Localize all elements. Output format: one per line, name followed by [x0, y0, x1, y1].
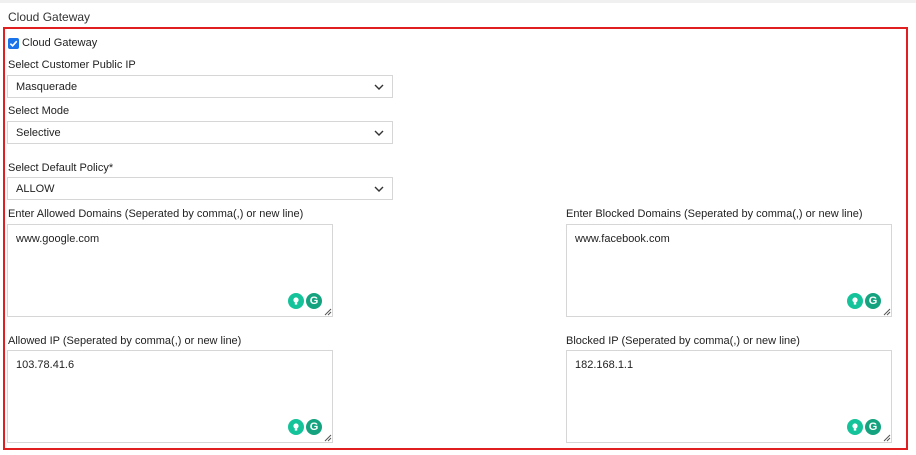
- default-policy-value: ALLOW: [16, 182, 55, 195]
- blocked-domains-textarea[interactable]: www.facebook.com: [566, 224, 892, 317]
- allowed-domains-textarea[interactable]: www.google.com: [7, 224, 333, 317]
- blocked-ip-value: 182.168.1.1: [575, 359, 634, 371]
- grammarly-widget[interactable]: G: [847, 291, 883, 311]
- cloud-gateway-checkbox-label: Cloud Gateway: [22, 37, 98, 49]
- grammarly-icon[interactable]: G: [306, 419, 322, 435]
- grammarly-widget[interactable]: G: [288, 291, 324, 311]
- allowed-ip-textarea[interactable]: 103.78.41.6: [7, 350, 333, 443]
- customer-public-ip-select[interactable]: Masquerade: [7, 75, 393, 98]
- allowed-domains-value: www.google.com: [16, 233, 100, 245]
- resize-handle-icon[interactable]: [324, 308, 332, 316]
- section-title: Cloud Gateway: [8, 10, 91, 24]
- lightbulb-icon[interactable]: [288, 293, 304, 309]
- mode-label: Select Mode: [8, 105, 70, 117]
- chevron-down-icon: [374, 130, 384, 136]
- blocked-domains-value: www.facebook.com: [575, 233, 670, 245]
- grammarly-icon[interactable]: G: [865, 419, 881, 435]
- customer-public-ip-label: Select Customer Public IP: [8, 59, 136, 71]
- mode-select[interactable]: Selective: [7, 121, 393, 144]
- allowed-ip-value: 103.78.41.6: [16, 359, 75, 371]
- cloud-gateway-checkbox[interactable]: [8, 37, 19, 49]
- blocked-domains-label: Enter Blocked Domains (Seperated by comm…: [566, 208, 863, 220]
- mode-value: Selective: [16, 126, 61, 139]
- blocked-ip-label: Blocked IP (Seperated by comma(,) or new…: [566, 335, 800, 347]
- lightbulb-icon[interactable]: [847, 419, 863, 435]
- grammarly-icon[interactable]: G: [865, 293, 881, 309]
- grammarly-widget[interactable]: G: [288, 417, 324, 437]
- chevron-down-icon: [374, 186, 384, 192]
- resize-handle-icon[interactable]: [324, 434, 332, 442]
- default-policy-select[interactable]: ALLOW: [7, 177, 393, 200]
- check-icon: [9, 40, 18, 47]
- blocked-ip-textarea[interactable]: 182.168.1.1: [566, 350, 892, 443]
- grammarly-widget[interactable]: G: [847, 417, 883, 437]
- lightbulb-icon[interactable]: [288, 419, 304, 435]
- grammarly-icon[interactable]: G: [306, 293, 322, 309]
- customer-public-ip-value: Masquerade: [16, 80, 78, 93]
- resize-handle-icon[interactable]: [883, 308, 891, 316]
- lightbulb-icon[interactable]: [847, 293, 863, 309]
- chevron-down-icon: [374, 84, 384, 90]
- default-policy-label: Select Default Policy*: [8, 162, 114, 174]
- allowed-ip-label: Allowed IP (Seperated by comma(,) or new…: [8, 335, 242, 347]
- allowed-domains-label: Enter Allowed Domains (Seperated by comm…: [8, 208, 304, 220]
- resize-handle-icon[interactable]: [883, 434, 891, 442]
- cloud-gateway-checkbox-row[interactable]: Cloud Gateway: [8, 37, 97, 49]
- top-bar: [0, 0, 916, 3]
